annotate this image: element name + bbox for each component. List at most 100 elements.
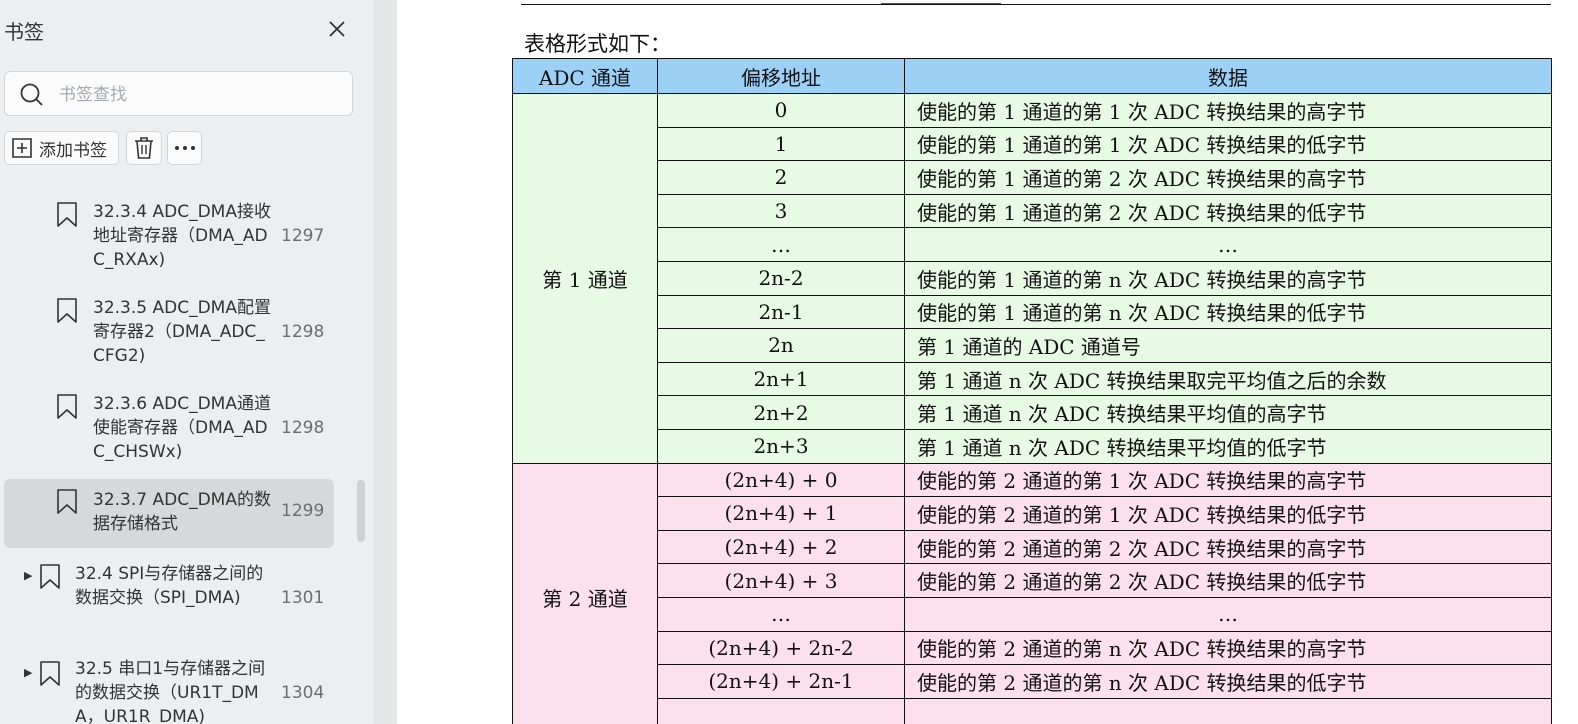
bookmark-icon: [39, 661, 61, 691]
data-cell: 第 1 通道 n 次 ADC 转换结果平均值的高字节: [904, 395, 1552, 430]
bookmark-icon: [39, 564, 61, 594]
offset-cell: (2n+4) + 2n-1: [657, 664, 905, 699]
bookmark-page: 1298: [281, 418, 325, 438]
data-storage-table: ADC 通道 偏移地址 数据 第 1 通道 0 使能的第 1 通道的第 1 次 …: [512, 58, 1552, 724]
bookmark-page: 1304: [281, 683, 325, 703]
offset-cell: 3: [657, 193, 905, 229]
bookmark-label: 32.5 串口1与存储器之间的数据交换（UR1T_DMA，UR1R_DMA): [75, 659, 266, 724]
data-cell: 使能的第 2 通道的第 1 次 ADC 转换结果的低字节: [904, 496, 1552, 531]
table-row: 2n+2 第 1 通道 n 次 ADC 转换结果平均值的高字节: [513, 395, 1552, 430]
add-bookmark-icon: [11, 137, 33, 159]
table-row: 2n 第 1 通道的 ADC 通道号: [513, 328, 1552, 363]
table-row: (2n+4) + 2n-2 使能的第 2 通道的第 n 次 ADC 转换结果的高…: [513, 630, 1552, 666]
bookmark-label: 32.3.5 ADC_DMA配置寄存器2（DMA_ADC_CFG2): [93, 298, 271, 366]
offset-cell: 2n+2: [657, 395, 905, 430]
data-cell: 使能的第 2 通道的第 n 次 ADC 转换结果的高字节: [904, 630, 1552, 666]
scrollbar-thumb[interactable]: [357, 480, 365, 542]
bookmark-item[interactable]: 32.3.4 ADC_DMA接收地址寄存器（DMA_ADC_RXAx) 1297: [4, 196, 334, 280]
trash-icon: [133, 136, 155, 160]
add-bookmark-button[interactable]: 添加书签: [4, 131, 119, 165]
data-cell: [904, 697, 1552, 724]
table-row: (2n+4) + 2 使能的第 2 通道的第 2 次 ADC 转换结果的高字节: [513, 529, 1552, 565]
data-cell: 使能的第 1 通道的第 n 次 ADC 转换结果的低字节: [904, 294, 1552, 330]
header-data: 数据: [904, 58, 1552, 94]
bookmark-page: 1297: [281, 226, 325, 246]
offset-cell: 2n: [657, 328, 905, 363]
table-row: (2n+4) + 1 使能的第 2 通道的第 1 次 ADC 转换结果的低字节: [513, 496, 1552, 531]
table-row: 2n+1 第 1 通道 n 次 ADC 转换结果取完平均值之后的余数: [513, 361, 1552, 397]
bookmark-item-active[interactable]: 32.3.7 ADC_DMA的数据存储格式 1299: [4, 479, 334, 548]
sidebar-splitter[interactable]: [373, 0, 397, 724]
data-cell: 第 1 通道 n 次 ADC 转换结果取完平均值之后的余数: [904, 361, 1552, 397]
offset-cell: 2n+3: [657, 428, 905, 464]
channel-cell: 第 1 通道: [512, 93, 658, 464]
search-input[interactable]: [57, 80, 341, 110]
add-bookmark-label: 添加书签: [39, 140, 107, 161]
bookmark-item[interactable]: 32.3.6 ADC_DMA通道使能寄存器（DMA_ADC_CHSWx) 129…: [4, 388, 334, 472]
more-icon: [174, 145, 196, 151]
offset-cell: (2n+4) + 3: [657, 563, 905, 598]
data-cell: 第 1 通道 n 次 ADC 转换结果平均值的低字节: [904, 428, 1552, 464]
bookmark-icon: [56, 394, 78, 424]
table-row: [513, 697, 1552, 724]
offset-cell: 1: [657, 126, 905, 162]
data-cell: 使能的第 2 通道的第 n 次 ADC 转换结果的低字节: [904, 664, 1552, 699]
intro-text: 表格形式如下：: [524, 32, 671, 56]
table-row: (2n+4) + 3 使能的第 2 通道的第 2 次 ADC 转换结果的低字节: [513, 563, 1552, 598]
table-row: … …: [513, 596, 1552, 632]
offset-cell: …: [657, 596, 905, 632]
table-bottom-rule: [521, 4, 1551, 5]
data-cell: 使能的第 2 通道的第 2 次 ADC 转换结果的高字节: [904, 529, 1552, 565]
offset-cell: …: [657, 227, 905, 262]
data-cell: 使能的第 1 通道的第 1 次 ADC 转换结果的高字节: [904, 93, 1552, 128]
expand-arrow-icon[interactable]: ▶: [24, 569, 32, 582]
table-row: 3 使能的第 1 通道的第 2 次 ADC 转换结果的低字节: [513, 193, 1552, 229]
bookmark-item[interactable]: ▶ 32.5 串口1与存储器之间的数据交换（UR1T_DMA，UR1R_DMA)…: [4, 655, 334, 724]
bookmark-label: 32.4 SPI与存储器之间的数据交换（SPI_DMA): [75, 564, 264, 608]
table-row: (2n+4) + 2n-1 使能的第 2 通道的第 n 次 ADC 转换结果的低…: [513, 664, 1552, 699]
delete-bookmark-button[interactable]: [126, 131, 162, 165]
hyperlink-fragment[interactable]: [881, 0, 1001, 4]
table-row: 2n+3 第 1 通道 n 次 ADC 转换结果平均值的低字节: [513, 428, 1552, 464]
data-cell: 使能的第 1 通道的第 1 次 ADC 转换结果的低字节: [904, 126, 1552, 162]
bookmark-item[interactable]: ▶ 32.4 SPI与存储器之间的数据交换（SPI_DMA) 1301: [4, 558, 334, 642]
document-page: 表格形式如下： ADC 通道 偏移地址 数据 第 1 通道 0 使能的第 1 通…: [397, 0, 1578, 724]
table-row: 2n-2 使能的第 1 通道的第 n 次 ADC 转换结果的高字节: [513, 260, 1552, 296]
table-row: 1 使能的第 1 通道的第 1 次 ADC 转换结果的低字节: [513, 126, 1552, 162]
bookmark-label: 32.3.6 ADC_DMA通道使能寄存器（DMA_ADC_CHSWx): [93, 394, 271, 462]
bookmark-label: 32.3.4 ADC_DMA接收地址寄存器（DMA_ADC_RXAx): [93, 202, 271, 270]
search-box[interactable]: [4, 71, 353, 116]
data-cell: …: [904, 227, 1552, 262]
table-row: 2 使能的第 1 通道的第 2 次 ADC 转换结果的高字节: [513, 160, 1552, 195]
table-header-row: ADC 通道 偏移地址 数据: [512, 58, 1552, 94]
data-cell: 使能的第 1 通道的第 2 次 ADC 转换结果的高字节: [904, 160, 1552, 195]
data-cell: 使能的第 2 通道的第 2 次 ADC 转换结果的低字节: [904, 563, 1552, 598]
header-channel: ADC 通道: [512, 58, 658, 94]
offset-cell: 2: [657, 160, 905, 195]
expand-arrow-icon[interactable]: ▶: [24, 666, 32, 679]
more-options-button[interactable]: [167, 131, 202, 165]
sidebar-title: 书签: [4, 20, 44, 44]
bookmark-page: 1299: [281, 501, 325, 521]
bookmark-icon: [56, 489, 78, 519]
bookmark-sidebar: 书签 添加书签 32.3.4 ADC_DMA接收地址寄存器（DMA_ADC_RX…: [0, 0, 373, 724]
channel-cell: 第 2 通道: [512, 462, 658, 724]
data-cell: 使能的第 1 通道的第 n 次 ADC 转换结果的高字节: [904, 260, 1552, 296]
table-row: 2n-1 使能的第 1 通道的第 n 次 ADC 转换结果的低字节: [513, 294, 1552, 330]
search-icon: [19, 82, 45, 112]
offset-cell: [657, 697, 905, 724]
data-cell: 使能的第 2 通道的第 1 次 ADC 转换结果的高字节: [904, 462, 1552, 498]
offset-cell: (2n+4) + 1: [657, 496, 905, 531]
header-offset: 偏移地址: [657, 58, 905, 94]
offset-cell: 0: [657, 93, 905, 128]
offset-cell: 2n-1: [657, 294, 905, 330]
offset-cell: (2n+4) + 2n-2: [657, 630, 905, 666]
bookmark-label: 32.3.7 ADC_DMA的数据存储格式: [93, 490, 271, 534]
close-icon[interactable]: [322, 14, 352, 44]
bookmark-item[interactable]: 32.3.5 ADC_DMA配置寄存器2（DMA_ADC_CFG2) 1298: [4, 292, 334, 376]
table-row: 第 2 通道 (2n+4) + 0 使能的第 2 通道的第 1 次 ADC 转换…: [512, 462, 1552, 724]
offset-cell: (2n+4) + 0: [657, 462, 905, 498]
bookmark-page: 1301: [281, 588, 325, 608]
bookmark-icon: [56, 202, 78, 232]
data-cell: 第 1 通道的 ADC 通道号: [904, 328, 1552, 363]
